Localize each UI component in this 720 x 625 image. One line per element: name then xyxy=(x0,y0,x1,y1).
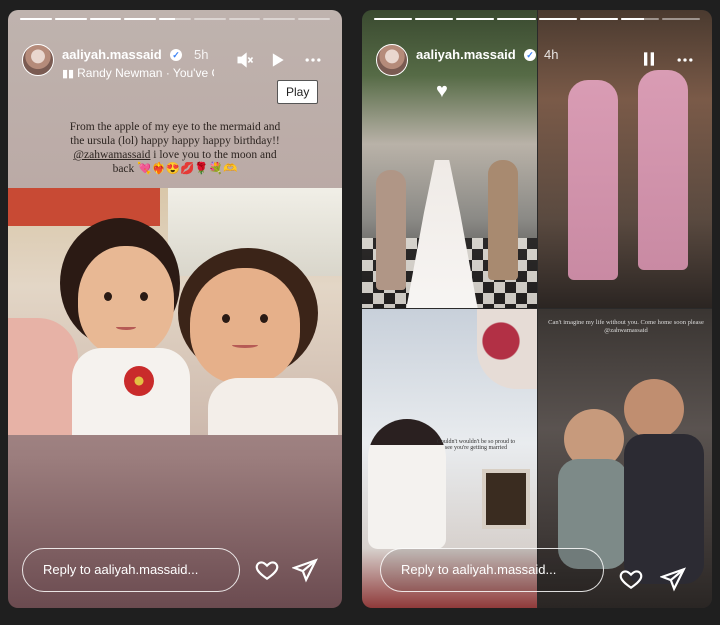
reply-input[interactable]: Reply to aaliyah.massaid... xyxy=(22,548,240,592)
more-horizontal-icon[interactable] xyxy=(674,50,696,72)
music-bars-icon: ▮▮ xyxy=(62,68,75,80)
avatar[interactable] xyxy=(22,44,54,76)
guest-figure xyxy=(376,170,406,290)
play-icon[interactable] xyxy=(266,50,288,72)
paper-plane-icon[interactable] xyxy=(658,566,686,592)
rose-decoration xyxy=(477,309,537,389)
verified-badge-icon: ✓ xyxy=(170,49,182,61)
progress-segment xyxy=(579,18,618,20)
progress-segment xyxy=(20,18,52,20)
guest-figure xyxy=(638,70,688,270)
mention-link[interactable]: @zahwamassaid xyxy=(73,149,150,161)
progress-fill xyxy=(374,18,413,20)
progress-fill xyxy=(538,18,577,20)
photo-collage: ♥ Couldn't wouldn't be so proud to see y… xyxy=(362,10,712,608)
progress-segment xyxy=(124,18,157,20)
progress-fill xyxy=(20,18,52,20)
paper-plane-icon[interactable] xyxy=(290,557,318,583)
caption-line: the ursula (lol) happy happy happy birth… xyxy=(70,135,280,147)
photo-frame xyxy=(482,469,530,529)
progress-segment xyxy=(538,18,577,20)
progress-fill xyxy=(89,18,122,20)
bride-figure xyxy=(406,160,478,308)
child-face xyxy=(624,379,684,439)
caption-text: i love you to the moon and xyxy=(150,149,277,161)
progress-fill xyxy=(415,18,454,20)
photo-cushion xyxy=(8,318,78,435)
bride-figure xyxy=(368,419,446,549)
progress-segment xyxy=(497,18,536,20)
progress-segment xyxy=(159,18,191,20)
story-progress-bar xyxy=(20,18,331,20)
photo-text: Couldn't wouldn't be so proud to see you… xyxy=(436,439,516,451)
child-shirt xyxy=(208,378,338,435)
reply-input[interactable]: Reply to aaliyah.massaid... xyxy=(380,548,604,592)
progress-fill xyxy=(159,18,176,20)
post-time: 4h xyxy=(544,47,559,62)
caption-line: From the apple of my eye to the mermaid … xyxy=(69,121,281,133)
progress-segment xyxy=(456,18,495,20)
child-body xyxy=(624,434,704,584)
child-face xyxy=(78,246,174,356)
story-header: aaliyah.massaid ✓ 4h xyxy=(376,44,700,88)
progress-segment xyxy=(89,18,122,20)
child-face xyxy=(190,268,300,384)
progress-fill xyxy=(579,18,618,20)
progress-segment xyxy=(193,18,226,20)
progress-fill xyxy=(456,18,495,20)
story-photo xyxy=(8,188,342,435)
username[interactable]: aaliyah.massaid xyxy=(62,47,162,62)
progress-segment xyxy=(661,18,700,20)
play-tooltip: Play xyxy=(277,80,319,104)
guest-figure xyxy=(488,160,518,280)
username[interactable]: aaliyah.massaid xyxy=(416,47,516,62)
avatar[interactable] xyxy=(376,44,408,76)
music-info[interactable]: ▮▮ Randy Newman · You've G xyxy=(62,66,214,80)
heart-icon[interactable] xyxy=(618,566,644,592)
guest-figure xyxy=(568,80,618,280)
progress-segment xyxy=(54,18,87,20)
pause-icon[interactable] xyxy=(638,49,660,71)
story-right[interactable]: ♥ Couldn't wouldn't be so proud to see y… xyxy=(362,10,712,608)
verified-badge-icon: ✓ xyxy=(524,49,536,61)
progress-segment xyxy=(415,18,454,20)
caption-line: back 💘❤️‍🔥😍💋🌹💐🫶 xyxy=(112,163,238,175)
progress-fill xyxy=(497,18,536,20)
progress-fill xyxy=(124,18,157,20)
more-horizontal-icon[interactable] xyxy=(302,50,324,72)
photo-text: Can't imagine my life without you. Come … xyxy=(548,319,704,334)
heart-icon[interactable] xyxy=(254,557,280,583)
post-time: 5h xyxy=(194,47,209,62)
progress-segment xyxy=(374,18,413,20)
progress-segment xyxy=(620,18,659,20)
progress-fill xyxy=(54,18,87,20)
progress-fill xyxy=(620,18,644,20)
music-track: Randy Newman · You've G xyxy=(77,66,214,80)
progress-segment xyxy=(228,18,261,20)
story-caption: From the apple of my eye to the mermaid … xyxy=(28,120,322,176)
caption-line: @zahwamassaid i love you to the moon and xyxy=(28,148,322,162)
story-progress-bar xyxy=(374,18,700,20)
flower-print xyxy=(124,366,154,396)
progress-segment xyxy=(298,18,331,20)
progress-segment xyxy=(263,18,296,20)
speaker-muted-icon[interactable] xyxy=(234,50,256,72)
